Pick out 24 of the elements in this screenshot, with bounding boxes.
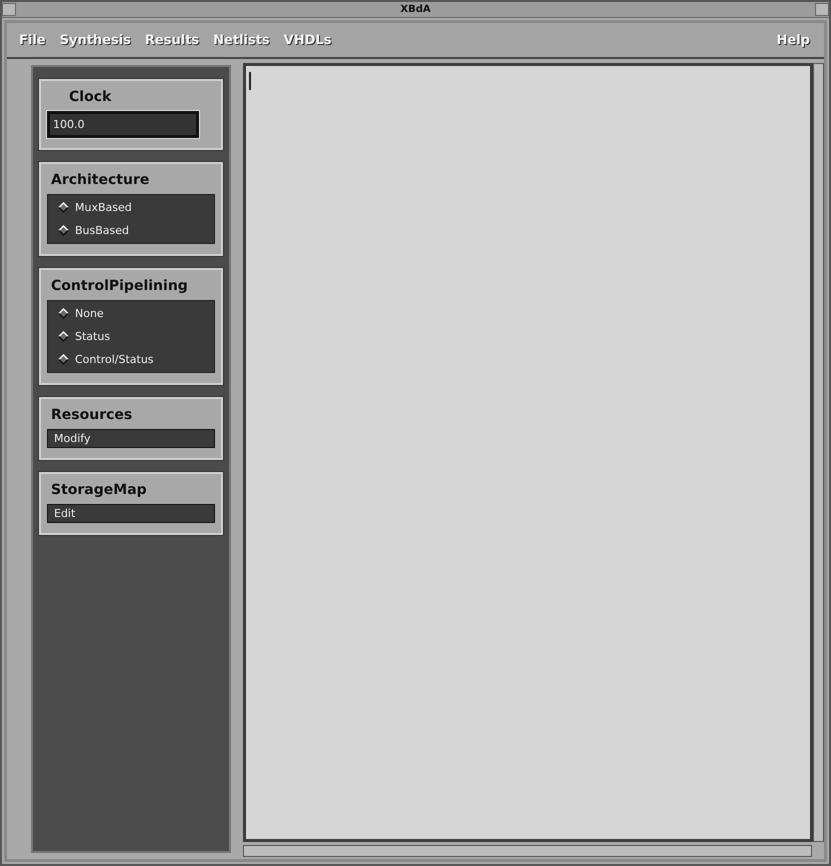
radio-label: Control/Status [75, 353, 154, 366]
radio-option[interactable]: BusBased [56, 224, 206, 237]
radio-label: None [75, 307, 104, 320]
text-cursor-icon [249, 72, 251, 90]
radio-label: MuxBased [75, 201, 132, 214]
radio-label: BusBased [75, 224, 130, 237]
radio-label: Status [75, 330, 110, 343]
panel-button[interactable]: Modify [47, 429, 215, 448]
radio-option[interactable]: Status [56, 330, 206, 343]
window-title: XBdA [399, 4, 432, 15]
panel-title: Clock [68, 89, 112, 105]
panel-title: Resources [50, 407, 134, 423]
vertical-scrollbar[interactable] [813, 63, 824, 842]
radio-option[interactable]: MuxBased [56, 201, 206, 214]
panel-title: ControlPipelining [50, 278, 189, 294]
radio-option[interactable]: None [56, 307, 206, 320]
window-menu-button[interactable] [2, 3, 16, 16]
panel-title: StorageMap [50, 482, 148, 498]
panel-button[interactable]: Edit [47, 504, 215, 523]
panel-title: Architecture [50, 172, 150, 188]
maximize-button[interactable] [815, 3, 829, 16]
radio-option[interactable]: Control/Status [56, 353, 206, 366]
horizontal-scrollbar[interactable] [243, 845, 812, 857]
clock-field[interactable]: 100.0 [47, 111, 199, 138]
